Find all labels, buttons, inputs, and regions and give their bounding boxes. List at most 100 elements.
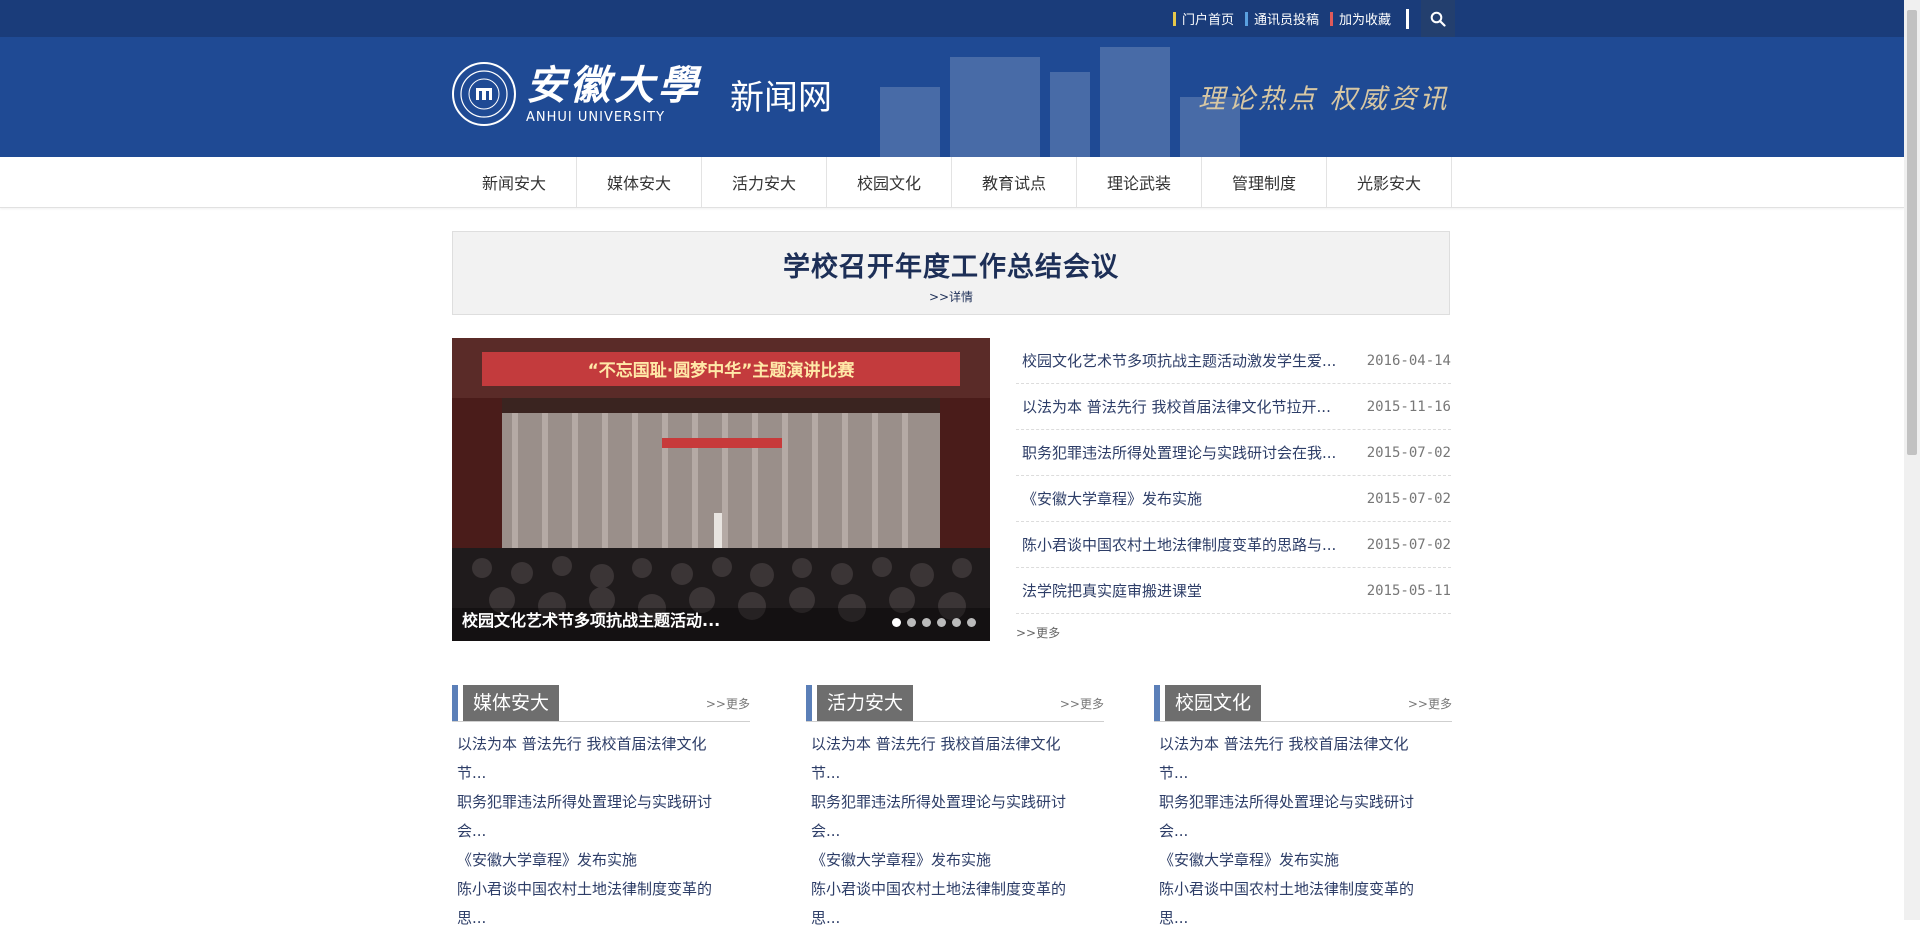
nav-item-media[interactable]: 媒体安大 [577, 157, 702, 207]
section-list: 以法为本 普法先行 我校首届法律文化 节... 职务犯罪违法所得处置理论与实践研… [452, 730, 750, 933]
slide-image: “不忘国耻·圆梦中华”主题演讲比赛 [452, 338, 990, 641]
slide-dot[interactable] [967, 618, 976, 627]
list-item[interactable]: 节... [806, 759, 1104, 788]
list-item[interactable]: 陈小君谈中国农村土地法律制度变革的 [452, 875, 750, 904]
list-item[interactable]: 思... [452, 904, 750, 933]
submit-article-link[interactable]: 通讯员投稿 [1245, 9, 1319, 28]
news-title[interactable]: 法学院把真实庭审搬进课堂 [1022, 580, 1357, 601]
section-header: 媒体安大 >>更多 [452, 685, 750, 722]
list-item[interactable]: 职务犯罪违法所得处置理论与实践研讨 [452, 788, 750, 817]
slide-caption[interactable]: 校园文化艺术节多项抗战主题活动... [462, 607, 720, 631]
nav-item-management[interactable]: 管理制度 [1202, 157, 1327, 207]
list-item[interactable]: 《安徽大学章程》发布实施 [1154, 846, 1452, 875]
list-item[interactable]: 以法为本 普法先行 我校首届法律文化 [452, 730, 750, 759]
portal-home-link[interactable]: 门户首页 [1173, 9, 1234, 28]
list-item[interactable]: 法学院把真实庭审搬进课堂 2015-05-11 [1016, 568, 1451, 614]
top-bar: 门户首页 通讯员投稿 加为收藏 [0, 0, 1904, 37]
list-item[interactable]: 会... [806, 817, 1104, 846]
nav-item-vitality[interactable]: 活力安大 [702, 157, 827, 207]
headline-title[interactable]: 学校召开年度工作总结会议 [453, 245, 1449, 284]
nav-item-news[interactable]: 新闻安大 [452, 157, 577, 207]
news-more-link[interactable]: >>更多 [1016, 624, 1451, 641]
top-links: 门户首页 通讯员投稿 加为收藏 [1173, 0, 1456, 37]
section-list: 以法为本 普法先行 我校首届法律文化 节... 职务犯罪违法所得处置理论与实践研… [1154, 730, 1452, 933]
section-more-link[interactable]: >>更多 [1408, 695, 1452, 712]
list-item[interactable]: 以法为本 普法先行 我校首届法律文化 [806, 730, 1104, 759]
list-item[interactable]: 校园文化艺术节多项抗战主题活动激发学生爱... 2016-04-14 [1016, 338, 1451, 384]
scrollbar-thumb[interactable] [1907, 10, 1917, 455]
section-accent-bar [452, 685, 458, 721]
news-date: 2015-07-02 [1366, 536, 1451, 553]
link-marker [1173, 11, 1176, 26]
news-date: 2016-04-14 [1366, 352, 1451, 369]
list-item[interactable]: 《安徽大学章程》发布实施 [452, 846, 750, 875]
section-header: 校园文化 >>更多 [1154, 685, 1452, 722]
list-item[interactable]: 陈小君谈中国农村土地法律制度变革的 [806, 875, 1104, 904]
news-title[interactable]: 校园文化艺术节多项抗战主题活动激发学生爱... [1022, 350, 1357, 371]
section-more-link[interactable]: >>更多 [706, 695, 750, 712]
search-button[interactable] [1421, 0, 1456, 37]
logo-english-name: ANHUI UNIVERSITY [526, 109, 666, 125]
list-item[interactable]: 以法为本 普法先行 我校首届法律文化节拉开... 2015-11-16 [1016, 384, 1451, 430]
list-item[interactable]: 陈小君谈中国农村土地法律制度变革的思路与... 2015-07-02 [1016, 522, 1451, 568]
search-icon [1430, 11, 1446, 27]
section-accent-bar [1154, 685, 1160, 721]
slide-dot[interactable] [892, 618, 901, 627]
site-name: 新闻网 [730, 77, 832, 118]
university-seal-icon [452, 62, 516, 126]
submit-article-label: 通讯员投稿 [1254, 13, 1320, 28]
news-title[interactable]: 以法为本 普法先行 我校首届法律文化节拉开... [1022, 396, 1357, 417]
slide-dot[interactable] [922, 618, 931, 627]
logo-text: 安徽大學 ANHUI UNIVERSITY [526, 61, 702, 125]
section-title[interactable]: 活力安大 [817, 685, 914, 721]
link-marker [1330, 11, 1334, 26]
nav-item-theory[interactable]: 理论武装 [1077, 157, 1202, 207]
slide-dot[interactable] [937, 618, 946, 627]
news-title[interactable]: 陈小君谈中国农村土地法律制度变革的思路与... [1022, 534, 1357, 555]
section-list: 以法为本 普法先行 我校首届法律文化 节... 职务犯罪违法所得处置理论与实践研… [806, 730, 1104, 933]
list-item[interactable]: 《安徽大学章程》发布实施 [806, 846, 1104, 875]
section-campus-culture: 校园文化 >>更多 以法为本 普法先行 我校首届法律文化 节... 职务犯罪违法… [1154, 685, 1452, 933]
list-item[interactable]: 职务犯罪违法所得处置理论与实践研讨 [806, 788, 1104, 817]
news-title[interactable]: 职务犯罪违法所得处置理论与实践研讨会在我... [1022, 442, 1357, 463]
news-date: 2015-11-16 [1366, 398, 1451, 415]
list-item[interactable]: 以法为本 普法先行 我校首届法律文化 [1154, 730, 1452, 759]
nav-item-photo[interactable]: 光影安大 [1327, 157, 1452, 207]
section-more-link[interactable]: >>更多 [1060, 695, 1104, 712]
university-logo[interactable]: 安徽大學 ANHUI UNIVERSITY 新闻网 [452, 62, 832, 126]
list-item[interactable]: 《安徽大学章程》发布实施 2015-07-02 [1016, 476, 1451, 522]
news-date: 2015-07-02 [1366, 444, 1451, 461]
section-title[interactable]: 校园文化 [1165, 685, 1262, 721]
portal-home-label: 门户首页 [1182, 13, 1235, 28]
list-item[interactable]: 思... [806, 904, 1104, 933]
photo-slider[interactable]: “不忘国耻·圆梦中华”主题演讲比赛 校园文化艺术节多项抗战主题活动... [452, 338, 990, 641]
headline-detail-link[interactable]: >>详情 [453, 288, 1449, 305]
site-header: 安徽大學 ANHUI UNIVERSITY 新闻网 理论热点 权威资讯 [0, 37, 1904, 157]
list-item[interactable]: 会... [1154, 817, 1452, 846]
news-title[interactable]: 《安徽大学章程》发布实施 [1022, 488, 1357, 509]
news-date: 2015-05-11 [1366, 582, 1451, 599]
list-item[interactable]: 职务犯罪违法所得处置理论与实践研讨 [1154, 788, 1452, 817]
list-item[interactable]: 思... [1154, 904, 1452, 933]
logo-chinese-name: 安徽大學 [526, 61, 702, 109]
nav-item-education-pilot[interactable]: 教育试点 [952, 157, 1077, 207]
divider [1406, 8, 1410, 29]
add-favorite-link[interactable]: 加为收藏 [1330, 9, 1391, 28]
list-item[interactable]: 职务犯罪违法所得处置理论与实践研讨会在我... 2015-07-02 [1016, 430, 1451, 476]
list-item[interactable]: 陈小君谈中国农村土地法律制度变革的 [1154, 875, 1452, 904]
page-scrollbar[interactable] [1904, 0, 1920, 920]
section-title[interactable]: 媒体安大 [463, 685, 560, 721]
news-date: 2015-07-02 [1366, 490, 1451, 507]
list-item[interactable]: 会... [452, 817, 750, 846]
slide-dot[interactable] [952, 618, 961, 627]
main-nav: 新闻安大 媒体安大 活力安大 校园文化 教育试点 理论武装 管理制度 光影安大 [0, 157, 1904, 208]
latest-news-list: 校园文化艺术节多项抗战主题活动激发学生爱... 2016-04-14 以法为本 … [1016, 338, 1451, 641]
link-marker [1245, 11, 1249, 26]
nav-item-campus-culture[interactable]: 校园文化 [827, 157, 952, 207]
building-silhouette [880, 47, 1240, 157]
slogan: 理论热点 权威资讯 [1198, 84, 1450, 115]
list-item[interactable]: 节... [1154, 759, 1452, 788]
list-item[interactable]: 节... [452, 759, 750, 788]
slide-dots [886, 618, 976, 627]
slide-dot[interactable] [907, 618, 916, 627]
